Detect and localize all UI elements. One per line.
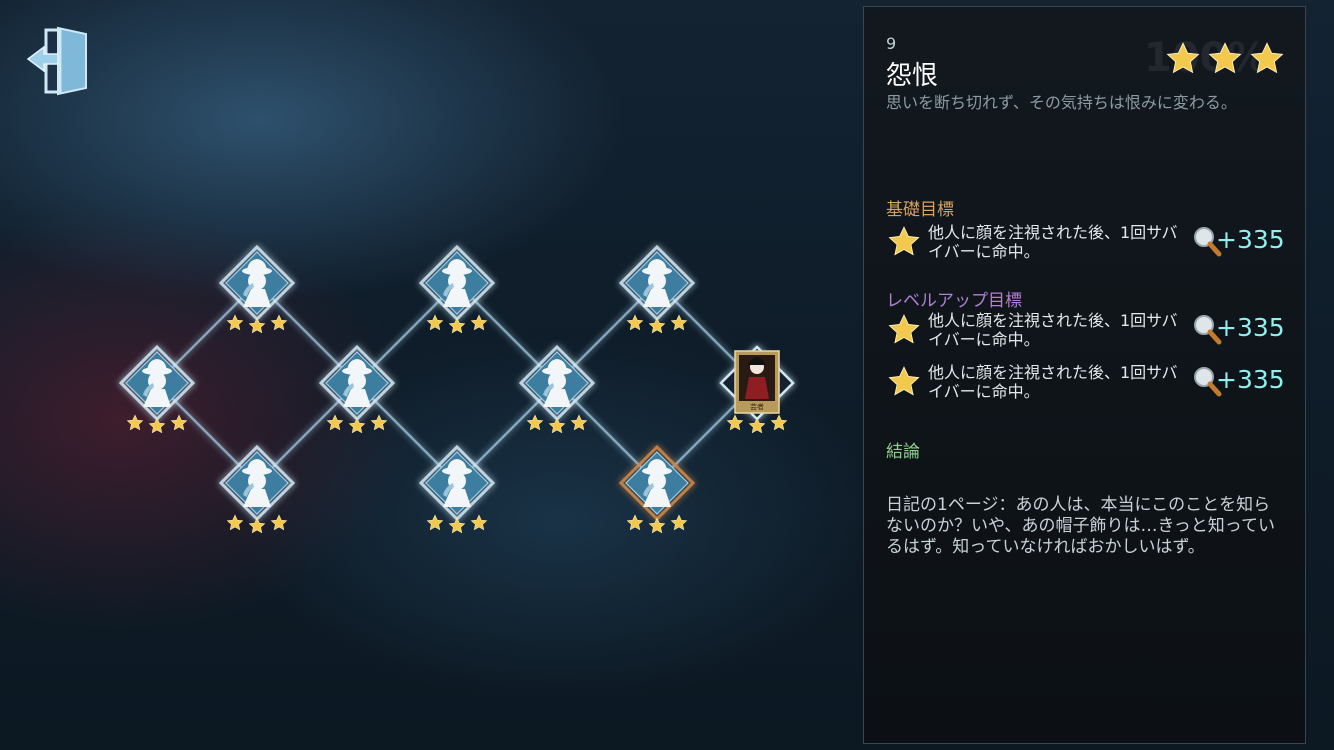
conclusion-heading: 結論: [886, 442, 920, 462]
star-icon: [126, 414, 144, 431]
star-icon: [626, 514, 644, 531]
goal-item: 他人に顔を注視された後、1回サバイバーに命中。 +335: [886, 309, 1286, 355]
diary-text: 日記の1ページ：あの人は、本当にこのことを知らないのか？いや、あの帽子飾りは…き…: [886, 495, 1275, 557]
star-icon: [348, 417, 366, 434]
star-icon: [226, 314, 244, 331]
stage-detail-panel: 100% 9 怨恨 思いを断ち切れず、その気持ちは恨みに変わる。 基礎目標 他人…: [863, 6, 1306, 744]
star-icon: [148, 417, 166, 434]
map-node-6[interactable]: [418, 444, 496, 534]
goal-reward: +335: [1216, 365, 1285, 394]
star-icon: [448, 317, 466, 334]
star-icon: [1250, 42, 1284, 74]
goal-reward: +335: [1216, 225, 1285, 254]
star-icon: [526, 414, 544, 431]
chapter-map: 芸者: [118, 244, 795, 534]
star-icon: [888, 314, 920, 344]
map-node-10[interactable]: 芸者: [719, 345, 795, 434]
levelup-goals-heading: レベルアップ目標: [886, 291, 1022, 311]
star-icon: [248, 317, 266, 334]
goal-item: 他人に顔を注視された後、1回サバイバーに命中。 +335: [886, 361, 1286, 407]
map-node-5[interactable]: [418, 244, 496, 334]
map-node-8[interactable]: [618, 244, 696, 334]
star-icon: [270, 514, 288, 531]
map-node-2[interactable]: [218, 244, 296, 334]
map-node-3[interactable]: [218, 444, 296, 534]
star-icon: [548, 417, 566, 434]
map-node-9[interactable]: [618, 444, 696, 534]
portrait-caption: 芸者: [750, 402, 764, 411]
star-icon: [726, 414, 744, 431]
map-node-4[interactable]: [318, 344, 396, 434]
star-icon: [248, 517, 266, 534]
stage-title: 怨恨: [886, 61, 939, 91]
star-icon: [770, 414, 788, 431]
stage-description: 思いを断ち切れず、その気持ちは恨みに変わる。: [886, 93, 1237, 112]
goal-text: 他人に顔を注視された後、1回サバイバーに命中。: [928, 311, 1178, 349]
star-icon: [748, 417, 766, 434]
star-icon: [626, 314, 644, 331]
basic-goals-heading: 基礎目標: [886, 200, 954, 220]
goal-text: 他人に顔を注視された後、1回サバイバーに命中。: [928, 363, 1178, 401]
star-icon: [648, 317, 666, 334]
goal-item: 他人に顔を注視された後、1回サバイバーに命中。 +335: [886, 221, 1286, 267]
star-icon: [326, 414, 344, 431]
star-icon: [570, 414, 588, 431]
goal-reward: +335: [1216, 313, 1285, 342]
star-icon: [170, 414, 188, 431]
star-icon: [1208, 42, 1242, 74]
geisha-portrait: 芸者: [734, 350, 780, 414]
star-icon: [888, 366, 920, 396]
star-icon: [888, 226, 920, 256]
star-icon: [1166, 42, 1200, 74]
star-icon: [670, 314, 688, 331]
star-icon: [426, 314, 444, 331]
map-node-1[interactable]: [118, 344, 196, 434]
star-icon: [648, 517, 666, 534]
star-icon: [448, 517, 466, 534]
goal-text: 他人に顔を注視された後、1回サバイバーに命中。: [928, 223, 1178, 261]
star-icon: [470, 314, 488, 331]
stage-number: 9: [886, 34, 897, 53]
map-node-7[interactable]: [518, 344, 596, 434]
star-icon: [670, 514, 688, 531]
star-icon: [370, 414, 388, 431]
star-icon: [470, 514, 488, 531]
stage-rating: [1164, 41, 1286, 77]
star-icon: [426, 514, 444, 531]
star-icon: [270, 314, 288, 331]
star-icon: [226, 514, 244, 531]
